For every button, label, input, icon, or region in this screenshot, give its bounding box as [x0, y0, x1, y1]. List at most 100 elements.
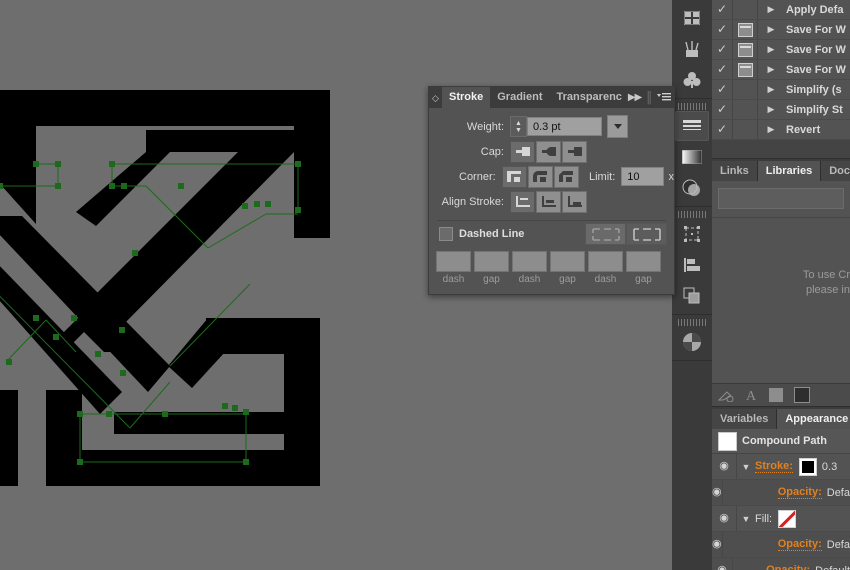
miter-join-button[interactable] — [501, 165, 527, 188]
round-join-button[interactable] — [527, 165, 553, 188]
panel-menu-icon[interactable] — [657, 92, 671, 103]
weight-stepper[interactable]: ▲ ▼ — [510, 116, 527, 137]
appearance-row-fill-opacity[interactable]: ◉ Opacity: Defa — [712, 532, 850, 558]
shape-builder-icon[interactable] — [675, 327, 709, 357]
appearance-stroke-label[interactable]: Stroke: — [755, 460, 793, 473]
align-icon[interactable] — [675, 250, 709, 280]
action-dialog-toggle[interactable] — [733, 60, 758, 79]
action-expand-arrow[interactable]: ▶ — [758, 84, 784, 95]
limit-input[interactable]: 10 — [621, 167, 664, 186]
appearance-fill-label[interactable]: Fill: — [755, 513, 772, 525]
expand-panel-icon[interactable]: ▶▶ — [628, 92, 642, 103]
corner-button-group[interactable] — [501, 165, 580, 188]
appearance-panel-tabbar[interactable]: Variables Appearance — [712, 406, 850, 429]
tab-gradient[interactable]: Gradient — [490, 87, 549, 108]
appearance-row-fill[interactable]: ◉ ▼ Fill: — [712, 506, 850, 532]
add-new-fill-text-icon[interactable]: A — [746, 388, 758, 402]
links-panel-tabbar[interactable]: Links Libraries Docum — [712, 158, 850, 181]
stroke-color-swatch[interactable] — [798, 457, 817, 476]
tab-appearance[interactable]: Appearance — [777, 409, 850, 429]
transform-icon[interactable] — [675, 219, 709, 249]
tab-stroke[interactable]: Stroke — [442, 87, 491, 108]
appearance-row-object-opacity[interactable]: ◉ Opacity: Default — [712, 558, 850, 570]
fill-color-swatch-none[interactable] — [778, 509, 797, 528]
stroke-icon[interactable] — [675, 111, 709, 141]
action-expand-arrow[interactable]: ▶ — [758, 44, 784, 55]
actions-row[interactable]: ✓ ▶ Apply Defa — [712, 0, 850, 20]
duplicate-item-icon[interactable] — [794, 387, 810, 403]
action-checkbox[interactable]: ✓ — [712, 120, 733, 139]
action-checkbox[interactable]: ✓ — [712, 20, 733, 39]
tab-documents[interactable]: Docum — [821, 161, 850, 181]
dock-grip-3[interactable] — [678, 319, 706, 326]
action-checkbox[interactable]: ✓ — [712, 40, 733, 59]
butt-cap-button[interactable] — [510, 140, 535, 163]
dock-grip-1[interactable] — [678, 103, 706, 110]
artwork-compound-path[interactable] — [0, 60, 380, 493]
stroke-panel-tabbar[interactable]: ◇ Stroke Gradient Transparenc ▶▶ ║ — [429, 87, 674, 108]
actions-row[interactable]: ✓ ▶ Simplify (s — [712, 80, 850, 100]
action-dialog-toggle[interactable] — [733, 20, 758, 39]
appearance-stroke-weight[interactable]: 0.3 — [822, 461, 837, 473]
appearance-row-stroke[interactable]: ◉ ▼ Stroke: 0.3 — [712, 454, 850, 480]
disclosure-arrow-icon[interactable]: ▼ — [737, 462, 755, 472]
dash-field-3[interactable] — [588, 251, 623, 272]
stepper-up-icon[interactable]: ▲ — [515, 120, 522, 127]
visibility-eye-icon[interactable]: ◉ — [712, 506, 737, 531]
tab-libraries[interactable]: Libraries — [757, 161, 822, 181]
action-dialog-toggle[interactable] — [733, 0, 758, 19]
visibility-eye-icon[interactable]: ◉ — [712, 532, 723, 557]
weight-input[interactable]: 0.3 pt — [527, 117, 602, 136]
dashes-align-corners-button[interactable] — [626, 223, 667, 245]
symbols-icon[interactable] — [675, 65, 709, 95]
dashed-line-checkbox[interactable] — [439, 227, 453, 241]
disclosure-arrow-icon[interactable]: ▼ — [737, 514, 755, 524]
visibility-eye-icon[interactable]: ◉ — [712, 558, 734, 570]
visibility-eye-icon[interactable]: ◉ — [712, 480, 723, 505]
action-expand-arrow[interactable]: ▶ — [758, 124, 784, 135]
action-dialog-toggle[interactable] — [733, 40, 758, 59]
libraries-search-input[interactable] — [718, 188, 844, 209]
align-outside-button[interactable] — [562, 190, 587, 213]
appearance-opacity-label[interactable]: Opacity: — [777, 538, 822, 551]
dash-field-1[interactable] — [436, 251, 471, 272]
stepper-down-icon[interactable]: ▼ — [515, 127, 522, 134]
action-expand-arrow[interactable]: ▶ — [758, 24, 784, 35]
align-inside-button[interactable] — [536, 190, 561, 213]
action-expand-arrow[interactable]: ▶ — [758, 64, 784, 75]
stroke-panel[interactable]: ◇ Stroke Gradient Transparenc ▶▶ ║ Weigh… — [428, 86, 675, 295]
action-checkbox[interactable]: ✓ — [712, 80, 733, 99]
actions-row[interactable]: ✓ ▶ Simplify St — [712, 100, 850, 120]
align-center-button[interactable] — [510, 190, 535, 213]
actions-row[interactable]: ✓ ▶ Save For W — [712, 60, 850, 80]
align-stroke-button-group[interactable] — [510, 190, 588, 213]
appearance-toolbar[interactable]: A — [712, 383, 850, 406]
gap-field-3[interactable] — [626, 251, 661, 272]
clear-appearance-icon[interactable] — [769, 388, 783, 402]
projecting-cap-button[interactable] — [562, 140, 587, 163]
tab-variables[interactable]: Variables — [712, 409, 778, 429]
appearance-row-stroke-opacity[interactable]: ◉ Opacity: Defa — [712, 480, 850, 506]
actions-panel[interactable]: ✓ ▶ Apply Defa ✓ ▶ Save For W ✓ ▶ Save F… — [712, 0, 850, 158]
bevel-join-button[interactable] — [553, 165, 579, 188]
action-checkbox[interactable]: ✓ — [712, 100, 733, 119]
brushes-icon[interactable] — [675, 34, 709, 64]
visibility-eye-icon[interactable]: ◉ — [712, 454, 737, 479]
action-expand-arrow[interactable]: ▶ — [758, 4, 784, 15]
action-expand-arrow[interactable]: ▶ — [758, 104, 784, 115]
appearance-opacity-label[interactable]: Opacity: — [766, 564, 810, 570]
actions-row[interactable]: ✓ ▶ Save For W — [712, 40, 850, 60]
object-swatch[interactable] — [717, 431, 737, 451]
panel-drag-grip[interactable]: ◇ — [429, 88, 442, 108]
gradient-icon[interactable] — [675, 142, 709, 172]
dash-alignment-group[interactable] — [585, 223, 667, 245]
tab-transparency[interactable]: Transparenc — [549, 87, 628, 108]
dash-gap-fields[interactable] — [429, 247, 674, 272]
pathfinder-icon[interactable] — [675, 281, 709, 311]
cap-button-group[interactable] — [510, 140, 588, 163]
tab-links[interactable]: Links — [712, 161, 758, 181]
gap-field-2[interactable] — [550, 251, 585, 272]
add-new-stroke-icon[interactable] — [718, 388, 735, 402]
weight-dropdown-button[interactable] — [607, 115, 628, 138]
round-cap-button[interactable] — [536, 140, 561, 163]
